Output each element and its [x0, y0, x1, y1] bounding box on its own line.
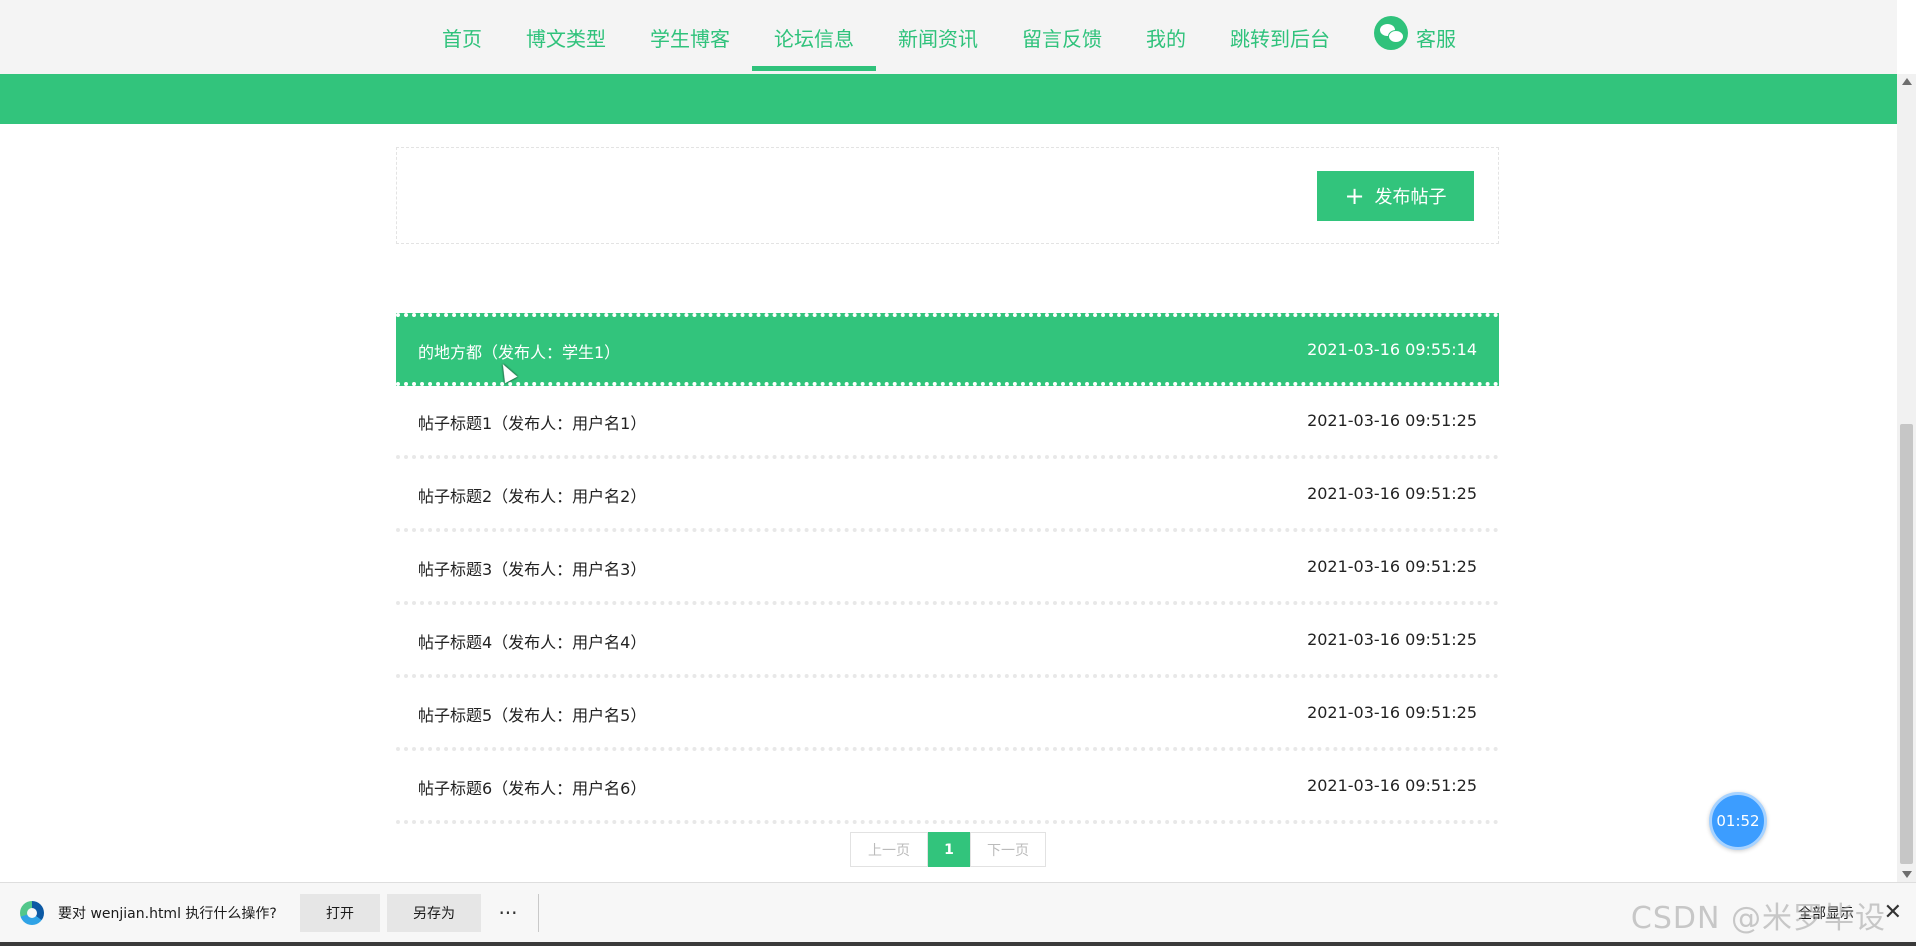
- post-title: 帖子标题4（发布人：用户名4）: [418, 632, 647, 652]
- post-time: 2021-03-16 09:51:25: [1307, 411, 1477, 430]
- nav-item-blog-types[interactable]: 博文类型: [504, 0, 628, 74]
- scroll-thumb[interactable]: [1900, 424, 1913, 864]
- list-item[interactable]: 帖子标题4（发布人：用户名4） 2021-03-16 09:51:25: [396, 605, 1499, 678]
- vertical-scrollbar[interactable]: [1897, 74, 1916, 882]
- list-item[interactable]: 帖子标题3（发布人：用户名3） 2021-03-16 09:51:25: [396, 532, 1499, 605]
- nav-item-forum[interactable]: 论坛信息: [752, 0, 876, 74]
- timer-bubble[interactable]: 01:52: [1709, 792, 1767, 850]
- publish-panel: + 发布帖子: [396, 147, 1499, 244]
- green-banner: [0, 74, 1897, 124]
- open-button[interactable]: 打开: [300, 893, 380, 932]
- nav-item-news[interactable]: 新闻资讯: [876, 0, 1000, 74]
- list-item[interactable]: 的地方都（发布人：学生1） 2021-03-16 09:55:14: [396, 313, 1499, 386]
- forum-post-list: 的地方都（发布人：学生1） 2021-03-16 09:55:14 帖子标题1（…: [396, 313, 1499, 824]
- taskbar-strip: [0, 942, 1916, 946]
- close-icon[interactable]: ✕: [1884, 900, 1902, 925]
- watermark: CSDN @米罗毕设: [1630, 901, 1886, 936]
- post-time: 2021-03-16 09:51:25: [1307, 703, 1477, 722]
- post-title: 帖子标题6（发布人：用户名6）: [418, 778, 647, 798]
- list-item[interactable]: 帖子标题2（发布人：用户名2） 2021-03-16 09:51:25: [396, 459, 1499, 532]
- nav-item-student-blogs[interactable]: 学生博客: [628, 0, 752, 74]
- next-page-button[interactable]: 下一页: [970, 832, 1046, 867]
- post-time: 2021-03-16 09:51:25: [1307, 484, 1477, 503]
- more-options-icon[interactable]: ···: [488, 901, 528, 925]
- wechat-icon: [1374, 16, 1408, 50]
- post-time: 2021-03-16 09:51:25: [1307, 557, 1477, 576]
- customer-service-label: 客服: [1416, 26, 1456, 51]
- nav-menu: 首页 博文类型 学生博客 论坛信息 新闻资讯 留言反馈 我的 跳转到后台 客服: [420, 0, 1478, 74]
- download-bar: 要对 wenjian.html 执行什么操作? 打开 另存为 ··· 全部显示 …: [0, 882, 1916, 942]
- nav-item-admin[interactable]: 跳转到后台: [1208, 0, 1352, 74]
- nav-item-customer-service[interactable]: 客服: [1352, 0, 1478, 74]
- pagination: 上一页 1 下一页: [850, 832, 1046, 867]
- post-title: 帖子标题3（发布人：用户名3）: [418, 559, 647, 579]
- nav-item-home[interactable]: 首页: [420, 0, 504, 74]
- scroll-up-arrow-icon[interactable]: [1902, 78, 1912, 85]
- plus-icon: +: [1344, 182, 1365, 210]
- publish-post-label: 发布帖子: [1374, 187, 1447, 208]
- download-prompt: 要对 wenjian.html 执行什么操作?: [58, 905, 277, 922]
- scroll-down-arrow-icon[interactable]: [1902, 871, 1912, 878]
- edge-browser-icon: [20, 900, 44, 925]
- post-time: 2021-03-16 09:51:25: [1307, 776, 1477, 795]
- list-item[interactable]: 帖子标题6（发布人：用户名6） 2021-03-16 09:51:25: [396, 751, 1499, 824]
- nav-item-feedback[interactable]: 留言反馈: [1000, 0, 1124, 74]
- list-item[interactable]: 帖子标题5（发布人：用户名5） 2021-03-16 09:51:25: [396, 678, 1499, 751]
- list-item[interactable]: 帖子标题1（发布人：用户名1） 2021-03-16 09:51:25: [396, 386, 1499, 459]
- post-time: 2021-03-16 09:55:14: [1307, 340, 1477, 359]
- save-as-button[interactable]: 另存为: [387, 893, 481, 932]
- prev-page-button[interactable]: 上一页: [850, 832, 928, 867]
- publish-post-button[interactable]: + 发布帖子: [1317, 171, 1474, 221]
- top-navigation: 首页 博文类型 学生博客 论坛信息 新闻资讯 留言反馈 我的 跳转到后台 客服: [0, 0, 1897, 74]
- post-title: 帖子标题1（发布人：用户名1）: [418, 413, 647, 433]
- post-title: 帖子标题2（发布人：用户名2）: [418, 486, 647, 506]
- post-title: 帖子标题5（发布人：用户名5）: [418, 705, 647, 725]
- nav-item-mine[interactable]: 我的: [1124, 0, 1208, 74]
- post-title: 的地方都（发布人：学生1）: [418, 342, 621, 362]
- post-time: 2021-03-16 09:51:25: [1307, 630, 1477, 649]
- divider: [538, 893, 539, 932]
- current-page-button[interactable]: 1: [928, 832, 970, 867]
